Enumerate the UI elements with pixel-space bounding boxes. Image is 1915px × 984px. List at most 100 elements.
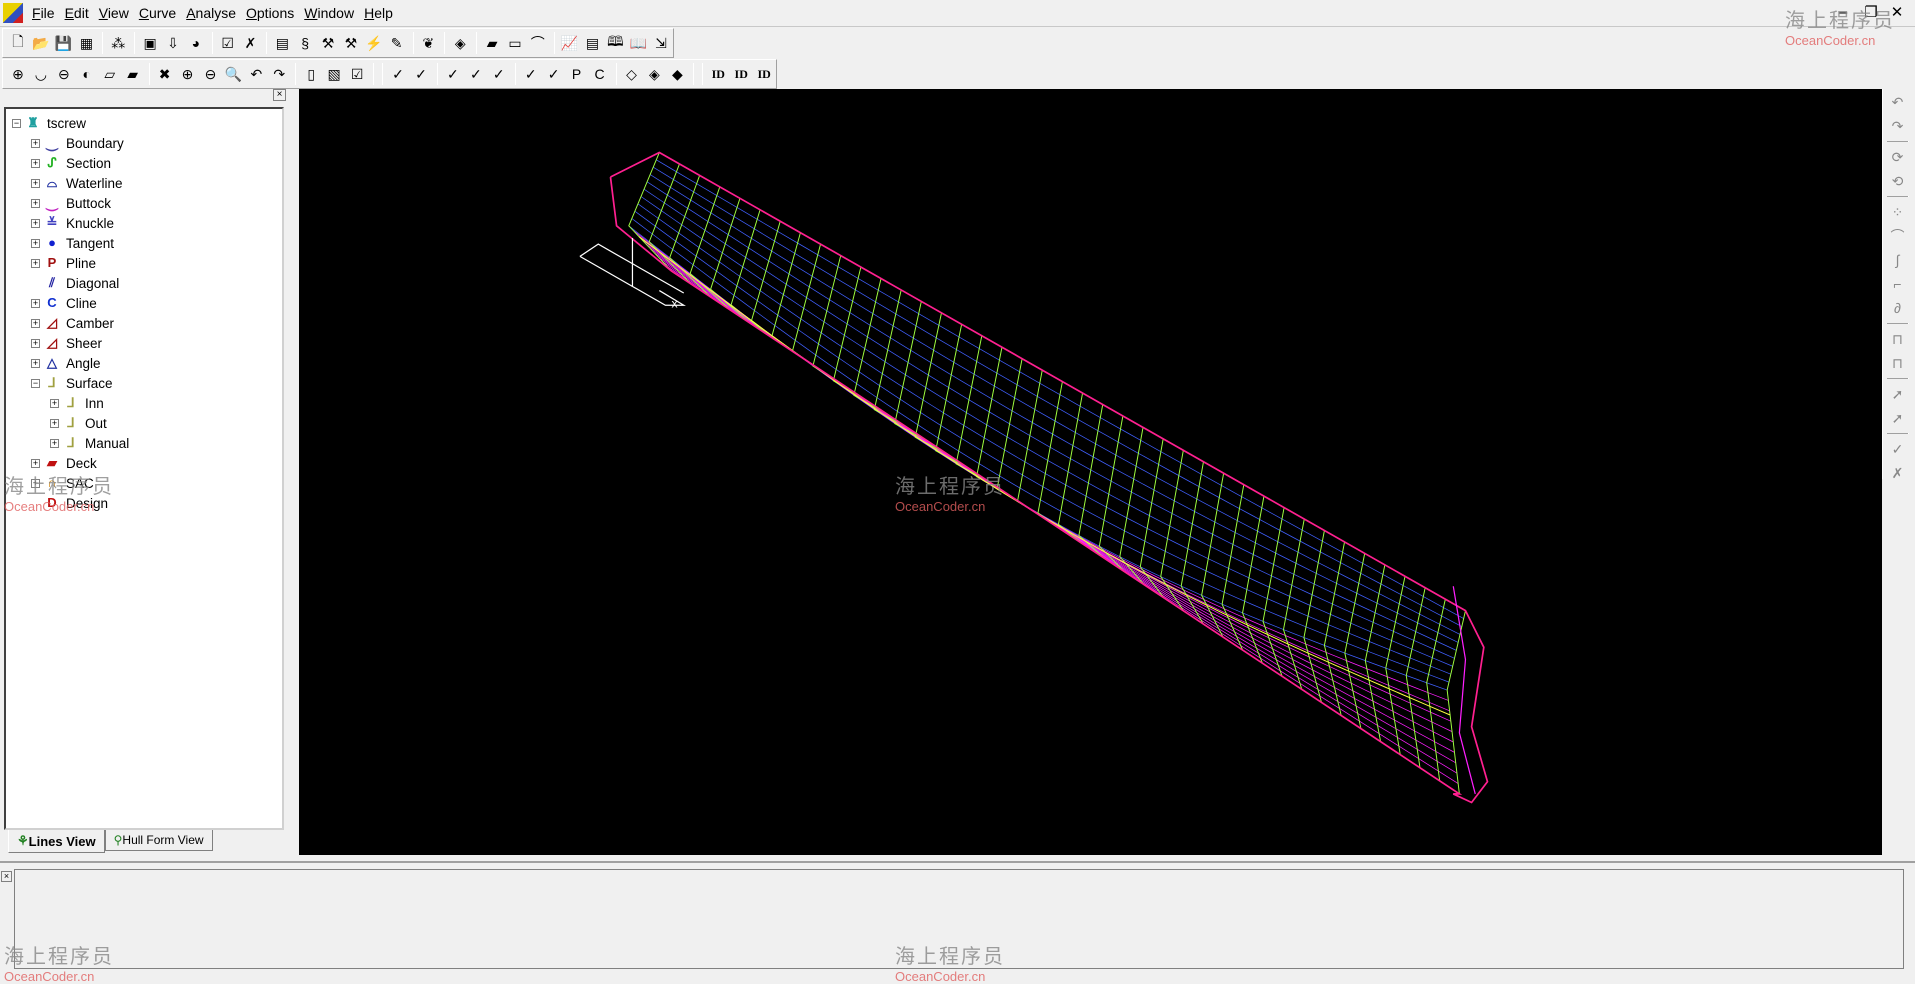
surface-mesh-icon[interactable]: ◈ [643,63,665,85]
knuckle-edit-icon[interactable]: ✓ [520,63,542,85]
tree-item-cline[interactable]: + C Cline [6,293,282,313]
tree-item-out[interactable]: + ⅃ Out [6,413,282,433]
hammer-box-icon[interactable]: ⚒ [340,32,362,54]
menu-help[interactable]: Help [359,5,398,21]
expand-icon[interactable]: + [31,318,40,328]
expand-icon[interactable]: + [31,298,40,308]
tree-item-waterline[interactable]: + ⌓ Waterline [6,173,282,193]
deck-icon[interactable]: ▰ [481,32,503,54]
redo-icon[interactable]: ↷ [1887,115,1909,137]
view-plan-icon[interactable]: ◡ [30,63,52,85]
offset-icon[interactable]: ⊓ [1887,328,1909,350]
pline-edit-icon[interactable]: P [566,63,588,85]
menu-options[interactable]: Options [241,5,299,21]
offset-alt-icon[interactable]: ⊓ [1887,352,1909,374]
zoom-extents-icon[interactable]: ✖ [154,63,176,85]
checkbox-tool-icon[interactable]: ☑ [217,32,239,54]
tree-item-camber[interactable]: + ◿ Camber [6,313,282,333]
export-icon[interactable]: ⇲ [650,32,672,54]
import-icon[interactable]: ⇩ [162,32,184,54]
open-book-icon[interactable]: 📖 [627,32,649,54]
section-edit-icon[interactable]: ✓ [442,63,464,85]
render-sphere-icon[interactable]: ◕ [185,32,207,54]
fairing-icon[interactable]: ❦ [418,32,440,54]
open-folder-icon[interactable]: 📂 [30,32,52,54]
delete-curve-icon[interactable]: ✗ [1887,462,1909,484]
expand-icon[interactable]: + [31,258,40,268]
tab-lines-view[interactable]: ⚘ Lines View [8,830,105,853]
expand-icon[interactable]: + [31,178,40,188]
waterline-edit-icon[interactable]: ✓ [465,63,487,85]
page-icon[interactable]: ▯ [300,63,322,85]
table-icon[interactable]: ▤ [582,32,604,54]
chart-icon[interactable]: 📈 [559,32,581,54]
network-icon[interactable]: ⁂ [107,32,129,54]
rotate-cw-icon[interactable]: ⟳ [1887,146,1909,168]
id-move-icon[interactable]: ID [730,63,752,85]
save-icon[interactable]: 💾 [53,32,75,54]
undo-icon[interactable]: ↶ [1887,91,1909,113]
menu-edit[interactable]: Edit [60,5,94,21]
expand-icon[interactable]: + [50,438,59,448]
tree-item-surface[interactable]: − ⅃ Surface [6,373,282,393]
properties-icon[interactable]: ▦ [76,32,98,54]
expand-icon[interactable]: + [31,198,40,208]
select-curve-icon[interactable]: ➚ [1887,407,1909,429]
collapse-icon[interactable]: − [31,378,40,388]
menu-window[interactable]: Window [299,5,359,21]
view-profile-icon[interactable]: ⊖ [53,63,75,85]
tree-item-sheer[interactable]: + ◿ Sheer [6,333,282,353]
tree-item-buttock[interactable]: + ⏝ Buttock [6,193,282,213]
page-check-icon[interactable]: ☑ [346,63,368,85]
pencil-icon[interactable]: ✎ [386,32,408,54]
tab-hull-form-view[interactable]: ⚲ Hull Form View [104,830,213,851]
page-edit-icon[interactable]: ▧ [323,63,345,85]
tree-item-section[interactable]: + ᔑ Section [6,153,282,173]
tree-item-inn[interactable]: + ⅃ Inn [6,393,282,413]
trim-icon[interactable]: ✓ [1887,438,1909,460]
view-side-icon[interactable]: ◐ [76,63,98,85]
select-surface-icon[interactable]: ➚ [1887,383,1909,405]
id-update-icon[interactable]: ID [753,63,775,85]
new-file-icon[interactable]: 🗋 [7,32,29,54]
3d-viewport[interactable]: x [299,89,1882,855]
polyline-icon[interactable]: ⌐ [1887,273,1909,295]
expand-icon[interactable]: + [31,338,40,348]
view-top-icon[interactable]: ▱ [99,63,121,85]
menu-curve[interactable]: Curve [134,5,181,21]
hammer-icon[interactable]: ⚒ [317,32,339,54]
mesh-icon[interactable]: ◈ [449,32,471,54]
id-icon[interactable]: ID [707,63,729,85]
grid-icon[interactable]: ▤ [271,32,293,54]
surface-edit-icon[interactable]: ◇ [621,63,643,85]
output-close-button[interactable]: × [1,871,12,882]
rotate-ccw-icon[interactable]: ⟲ [1887,170,1909,192]
all-curves-icon[interactable]: ✓ [387,63,409,85]
tree-item-angle[interactable]: + △ Angle [6,353,282,373]
points-icon[interactable]: ⁘ [1887,201,1909,223]
expand-icon[interactable]: + [50,398,59,408]
expand-icon[interactable]: + [31,138,40,148]
lightning-icon[interactable]: ⚡ [363,32,385,54]
zoom-window-icon[interactable]: 🔍 [222,63,244,85]
panel-close-button[interactable]: × [273,89,286,101]
expand-icon[interactable]: + [31,238,40,248]
curve-node-icon[interactable]: ∂ [1887,297,1909,319]
book-icon[interactable]: 🕮 [604,32,626,54]
tree-item-manual[interactable]: + ⅃ Manual [6,433,282,453]
expand-icon[interactable]: + [31,358,40,368]
collapse-icon[interactable]: − [12,118,21,128]
tree-item-pline[interactable]: + P Pline [6,253,282,273]
tangent-edit-icon[interactable]: ✓ [543,63,565,85]
curves-icon[interactable]: § [294,32,316,54]
sac-curve-icon[interactable]: ⌒ [527,32,549,54]
zoom-next-icon[interactable]: ↷ [268,63,290,85]
cross-tool-icon[interactable]: ✗ [240,32,262,54]
curve-icon[interactable]: ⌒ [1887,225,1909,247]
menu-analyse[interactable]: Analyse [181,5,241,21]
spline-icon[interactable]: ∫ [1887,249,1909,271]
tree-item-diagonal[interactable]: ⫽ Diagonal [6,273,282,293]
tree-item-tangent[interactable]: + ● Tangent [6,233,282,253]
zoom-in-icon[interactable]: ⊕ [177,63,199,85]
sac-bar-icon[interactable]: ▭ [504,32,526,54]
